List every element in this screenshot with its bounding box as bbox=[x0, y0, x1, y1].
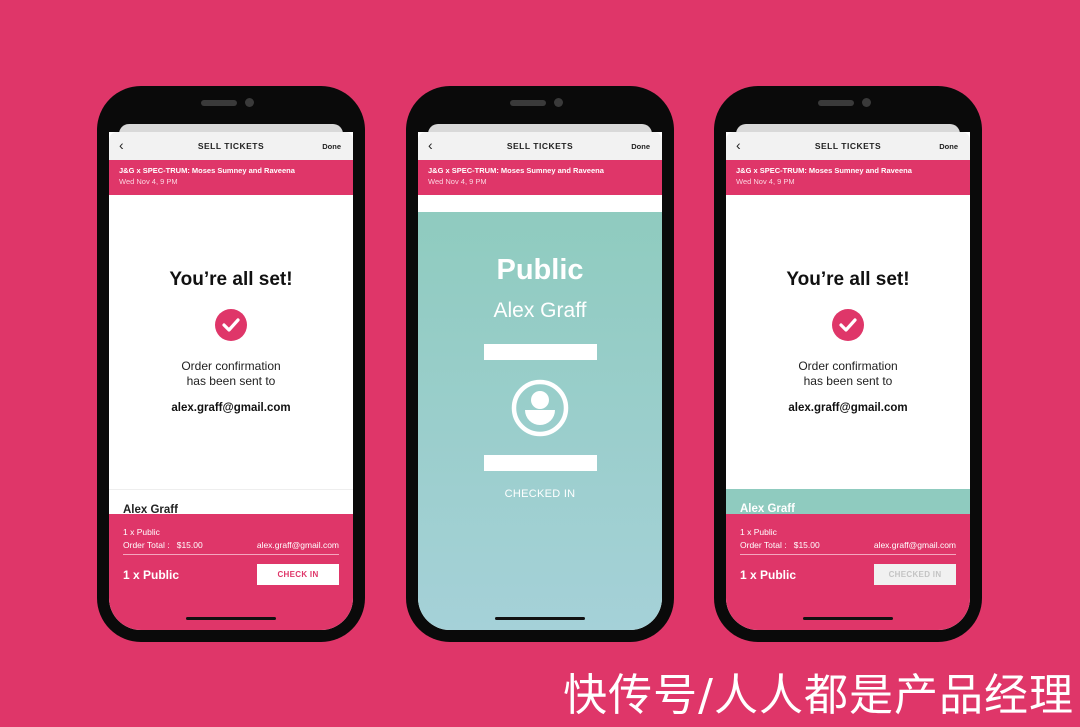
message-line: Order confirmation bbox=[798, 359, 898, 373]
camera bbox=[554, 98, 563, 107]
event-header: J&G x SPEC-TRUM: Moses Sumney and Raveen… bbox=[109, 160, 353, 195]
nav-title: SELL TICKETS bbox=[506, 141, 574, 151]
order-total-label: Order Total : bbox=[123, 540, 170, 550]
confirmation-panel: You’re all set! Order confirmation has b… bbox=[726, 195, 970, 489]
home-indicator bbox=[186, 617, 276, 620]
order-total: Order Total : $15.00 bbox=[123, 540, 203, 550]
message-line: Order confirmation bbox=[181, 359, 281, 373]
screen: ‹ SELL TICKETS Done J&G x SPEC-TRUM: Mos… bbox=[418, 132, 662, 630]
order-total-row: Order Total : $15.00 alex.graff@gmail.co… bbox=[740, 540, 956, 555]
done-button[interactable]: Done bbox=[322, 142, 341, 151]
event-date: Wed Nov 4, 9 PM bbox=[119, 177, 178, 186]
order-qty: 1 x Public bbox=[740, 527, 777, 537]
ticket-label: 1 x Public bbox=[740, 567, 797, 582]
order-total-row: Order Total : $15.00 alex.graff@gmail.co… bbox=[123, 540, 339, 555]
event-name: J&G x SPEC-TRUM: Moses Sumney and Raveen… bbox=[736, 166, 912, 175]
speaker bbox=[510, 100, 546, 106]
order-summary: 1 x Public Order Total : $15.00 alex.gra… bbox=[726, 514, 970, 630]
phone-checked-in: ‹ SELL TICKETS Done J&G x SPEC-TRUM: Mos… bbox=[714, 86, 982, 642]
pass-bar bbox=[483, 344, 597, 360]
order-qty: 1 x Public bbox=[123, 527, 160, 537]
confirmation-heading: You’re all set! bbox=[169, 269, 293, 290]
checked-in-button[interactable]: CHECKED IN bbox=[874, 564, 956, 585]
chevron-left-icon[interactable]: ‹ bbox=[736, 137, 741, 153]
check-in-button[interactable]: CHECK IN bbox=[257, 564, 339, 585]
ticket-row: 1 x Public CHECK IN bbox=[123, 564, 339, 585]
screen: ‹ SELL TICKETS Done J&G x SPEC-TRUM: Mos… bbox=[726, 132, 970, 630]
user-avatar-icon bbox=[510, 378, 570, 438]
camera bbox=[862, 98, 871, 107]
attendee-name: Alex Graff bbox=[493, 299, 587, 322]
event-header: J&G x SPEC-TRUM: Moses Sumney and Raveen… bbox=[418, 160, 662, 195]
event-name: J&G x SPEC-TRUM: Moses Sumney and Raveen… bbox=[428, 166, 604, 175]
event-date: Wed Nov 4, 9 PM bbox=[428, 177, 487, 186]
nav-bar: ‹ SELL TICKETS Done bbox=[726, 132, 970, 160]
done-button[interactable]: Done bbox=[939, 142, 958, 151]
message-line: has been sent to bbox=[803, 374, 893, 388]
ticket-type: Public bbox=[496, 254, 584, 286]
confirmation-message: Order confirmation has been sent to bbox=[726, 359, 970, 389]
chevron-left-icon[interactable]: ‹ bbox=[119, 137, 124, 153]
nav-title: SELL TICKETS bbox=[197, 141, 265, 151]
watermark: 快传号/人人都是产品经理 bbox=[563, 670, 1074, 721]
check-circle-icon bbox=[832, 309, 864, 341]
ticket-label: 1 x Public bbox=[123, 567, 180, 582]
home-indicator bbox=[803, 617, 893, 620]
order-total-label: Order Total : bbox=[740, 540, 787, 550]
phone-pass: ‹ SELL TICKETS Done J&G x SPEC-TRUM: Mos… bbox=[406, 86, 674, 642]
done-button[interactable]: Done bbox=[631, 142, 650, 151]
check-circle-icon bbox=[215, 309, 247, 341]
speaker bbox=[818, 100, 854, 106]
event-date: Wed Nov 4, 9 PM bbox=[736, 177, 795, 186]
confirmation-email: alex.graff@gmail.com bbox=[788, 402, 908, 414]
order-email: alex.graff@gmail.com bbox=[256, 540, 339, 550]
order-total-value: $15.00 bbox=[793, 540, 820, 550]
camera bbox=[245, 98, 254, 107]
pass-bar bbox=[483, 455, 597, 471]
confirmation-heading: You’re all set! bbox=[786, 269, 910, 290]
order-summary: 1 x Public Order Total : $15.00 alex.gra… bbox=[109, 514, 353, 630]
speaker bbox=[201, 100, 237, 106]
order-email: alex.graff@gmail.com bbox=[873, 540, 956, 550]
confirmation-panel: You’re all set! Order confirmation has b… bbox=[109, 195, 353, 489]
checked-in-pass: Public Alex Graff CHECKED IN bbox=[418, 212, 662, 630]
chevron-left-icon[interactable]: ‹ bbox=[428, 137, 433, 153]
confirmation-message: Order confirmation has been sent to bbox=[109, 359, 353, 389]
confirmation-email: alex.graff@gmail.com bbox=[171, 402, 291, 414]
order-total: Order Total : $15.00 bbox=[740, 540, 820, 550]
nav-bar: ‹ SELL TICKETS Done bbox=[418, 132, 662, 160]
check-in-status: CHECKED IN bbox=[504, 488, 576, 500]
order-total-value: $15.00 bbox=[176, 540, 203, 550]
home-indicator bbox=[495, 617, 585, 620]
message-line: has been sent to bbox=[186, 374, 276, 388]
nav-title: SELL TICKETS bbox=[814, 141, 882, 151]
screen: ‹ SELL TICKETS Done J&G x SPEC-TRUM: Mos… bbox=[109, 132, 353, 630]
ticket-row: 1 x Public CHECKED IN bbox=[740, 564, 956, 585]
nav-bar: ‹ SELL TICKETS Done bbox=[109, 132, 353, 160]
phone-confirmation: ‹ SELL TICKETS Done J&G x SPEC-TRUM: Mos… bbox=[97, 86, 365, 642]
event-header: J&G x SPEC-TRUM: Moses Sumney and Raveen… bbox=[726, 160, 970, 195]
event-name: J&G x SPEC-TRUM: Moses Sumney and Raveen… bbox=[119, 166, 295, 175]
